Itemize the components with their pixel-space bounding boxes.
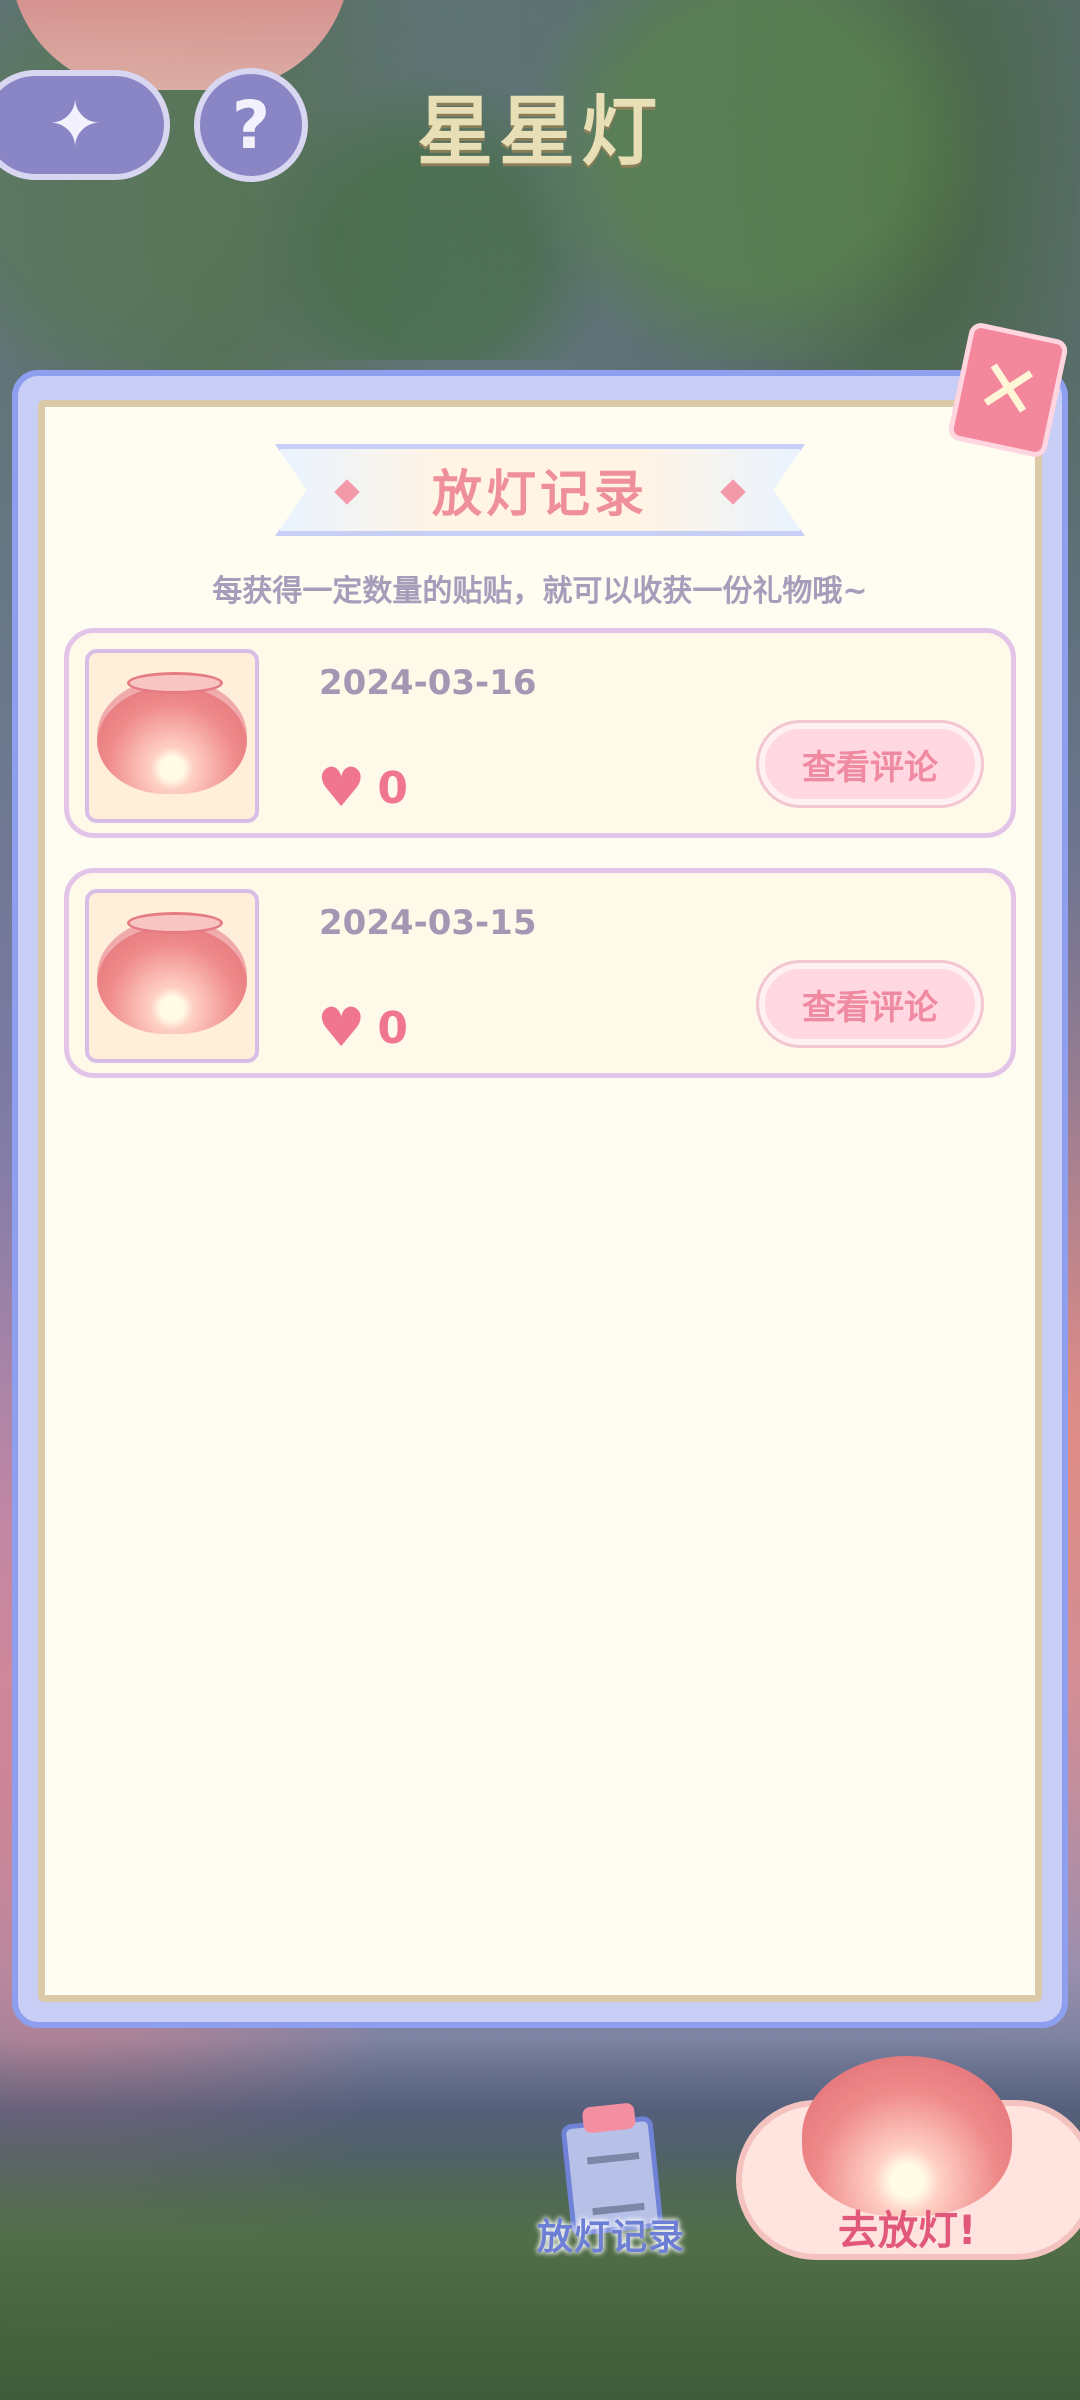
record-date: 2024-03-15 [319, 903, 537, 943]
launch-lantern-button[interactable]: 去放灯! [736, 2056, 1080, 2260]
panel-subtitle: 每获得一定数量的贴贴，就可以收获一份礼物哦~ [212, 574, 868, 609]
record-date: 2024-03-16 [319, 663, 537, 703]
banner-right-diamond-icon [720, 479, 746, 505]
like-counter: ♥ 0 [317, 1001, 408, 1055]
records-button-label: 放灯记录 [536, 2217, 685, 2258]
like-count: 0 [377, 762, 409, 814]
like-count: 0 [377, 1002, 409, 1054]
close-icon: ✕ [968, 341, 1048, 439]
launch-button-label: 去放灯! [838, 2208, 977, 2254]
lantern-thumbnail [85, 649, 259, 823]
view-comments-button[interactable]: 查看评论 [759, 723, 981, 805]
banner-left-diamond-icon [334, 479, 360, 505]
lantern-icon [97, 912, 247, 1034]
banner-title: 放灯记录 [432, 465, 648, 523]
view-comments-button[interactable]: 查看评论 [759, 963, 981, 1045]
record-item: 2024-03-16 ♥ 0 查看评论 [64, 628, 1016, 838]
records-panel [12, 370, 1068, 2028]
heart-icon: ♥ [317, 996, 366, 1059]
records-banner: 放灯记录 [275, 444, 805, 536]
page-title: 星星灯 [417, 87, 663, 176]
lantern-icon [802, 2056, 1012, 2216]
like-counter: ♥ 0 [317, 761, 408, 815]
lantern-icon [97, 672, 247, 794]
heart-icon: ♥ [317, 756, 366, 819]
records-button[interactable]: 放灯记录 [530, 2115, 692, 2260]
lantern-thumbnail [85, 889, 259, 1063]
record-item: 2024-03-15 ♥ 0 查看评论 [64, 868, 1016, 1078]
